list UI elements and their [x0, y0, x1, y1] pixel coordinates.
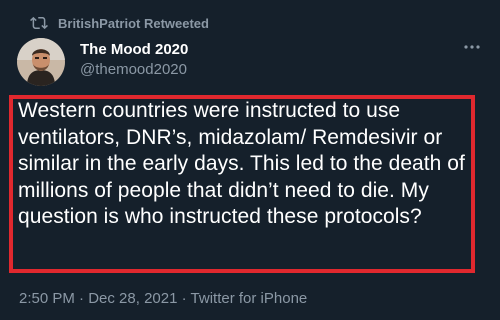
meta-separator: · [181, 290, 187, 307]
avatar-image [17, 38, 65, 86]
avatar[interactable] [17, 38, 65, 86]
tweet-source[interactable]: Twitter for iPhone [191, 290, 308, 307]
tweet-text: Western countries were instructed to use… [18, 99, 465, 228]
tweet-metadata: 2:50 PM · Dec 28, 2021 · Twitter for iPh… [19, 290, 307, 308]
author-block[interactable]: The Mood 2020 @themood2020 [80, 40, 188, 80]
retweet-icon [30, 16, 48, 30]
retweet-label: BritishPatriot Retweeted [58, 15, 209, 31]
meta-separator: · [79, 290, 85, 307]
author-handle[interactable]: @themood2020 [80, 60, 188, 80]
retweet-context[interactable]: BritishPatriot Retweeted [30, 14, 209, 32]
tweet-card: BritishPatriot Retweeted The Mood 2020 @… [0, 0, 500, 320]
more-options-icon[interactable] [462, 40, 482, 54]
tweet-date[interactable]: Dec 28, 2021 [88, 290, 177, 307]
tweet-time[interactable]: 2:50 PM [19, 290, 75, 307]
author-display-name[interactable]: The Mood 2020 [80, 40, 188, 60]
